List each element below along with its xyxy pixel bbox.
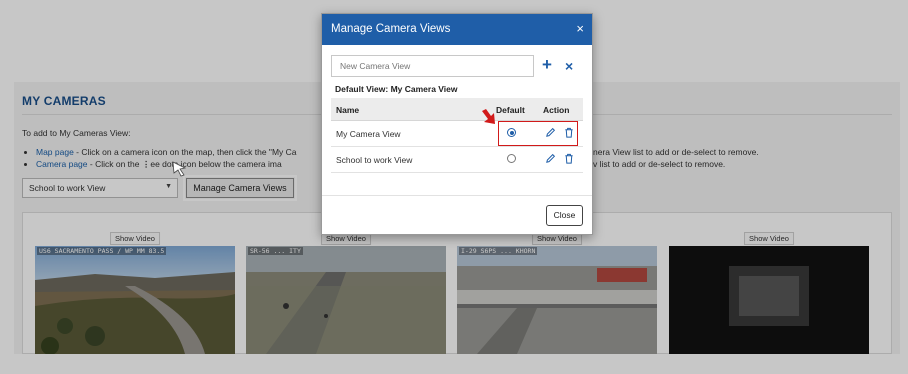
red-pointer-arrow-icon (482, 109, 495, 124)
pointer-arrow-icon (172, 161, 187, 177)
highlight-box (498, 121, 578, 146)
column-header-default: Default (496, 105, 525, 115)
table-row: School to work View (331, 147, 583, 173)
dialog-header: Manage Camera Views × (322, 14, 592, 45)
divider (322, 195, 592, 196)
pencil-icon[interactable] (545, 153, 556, 164)
view-name: My Camera View (336, 129, 401, 139)
clear-icon[interactable]: × (565, 56, 573, 76)
close-button[interactable]: Close (546, 205, 583, 226)
default-view-label: Default View: My Camera View (335, 84, 458, 94)
new-camera-view-input[interactable] (331, 55, 534, 77)
column-header-name: Name (336, 105, 360, 115)
close-icon[interactable]: × (576, 21, 584, 36)
dialog-title: Manage Camera Views (331, 23, 451, 35)
view-name: School to work View (336, 155, 413, 165)
screenshot: MY CAMERAS To add to My Cameras View: Ma… (0, 0, 908, 374)
default-radio[interactable] (507, 154, 516, 163)
column-header-action: Action (543, 105, 570, 115)
add-icon[interactable]: + (542, 55, 552, 75)
trash-icon[interactable] (564, 153, 574, 164)
table-header: Name Default Action (331, 98, 583, 121)
